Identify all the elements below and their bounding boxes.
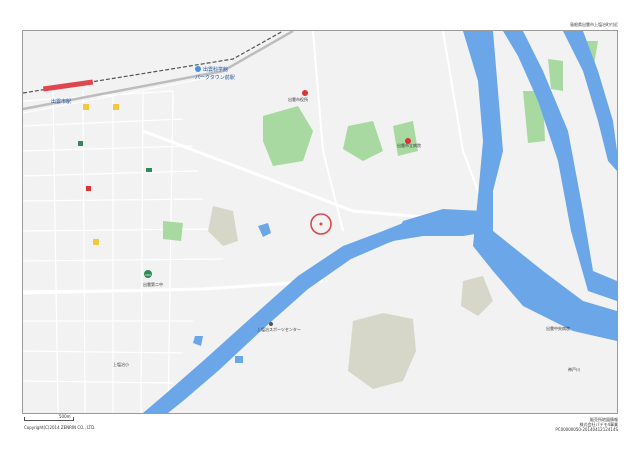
- target-location-dot: [319, 222, 323, 226]
- credit-line-3: PC00000050-2014041212414S: [555, 427, 618, 432]
- scale-bar-line: [24, 420, 74, 421]
- small-label-2: 出雲中央病院: [546, 325, 570, 331]
- map-canvas[interactable]: 出雲市駅 出雲科学館 パークタウン前駅 上塩冶スポーツセンター 出雲市役所 出雲…: [23, 31, 617, 413]
- route-label: 184: [145, 273, 151, 277]
- map-frame[interactable]: 出雲市駅 出雲科学館 パークタウン前駅 上塩冶スポーツセンター 出雲市役所 出雲…: [22, 30, 618, 414]
- small-label-1: 出雲市立病院: [397, 142, 421, 148]
- sports-center-label: 上塩冶スポーツセンター: [257, 326, 301, 332]
- hospital-label: 出雲市役所: [288, 96, 308, 102]
- map-location-caption: 島根県出雲市上塩冶町付近: [570, 22, 618, 27]
- scale-bar: 500m: [24, 414, 74, 423]
- river-label: 神戸川: [568, 366, 580, 372]
- scale-bar-label: 500m: [59, 414, 71, 419]
- park-station-label-1: 出雲科学館: [203, 66, 228, 73]
- scale-bar-tick-left: [24, 417, 25, 421]
- credit-block: 販売所地図情報 株式会社パデモ4事業 PC00000050-2014041212…: [555, 417, 618, 432]
- scale-bar-tick-right: [73, 417, 74, 421]
- station-label: 出雲市駅: [51, 98, 71, 105]
- park-station-label-2: パークタウン前駅: [195, 74, 235, 81]
- small-label-4: 上塩冶小: [113, 361, 129, 367]
- copyright-text: Copyright(C)2014 ZENRIN CO., LTD.: [24, 425, 96, 430]
- small-label-3: 出雲第二中: [143, 281, 163, 287]
